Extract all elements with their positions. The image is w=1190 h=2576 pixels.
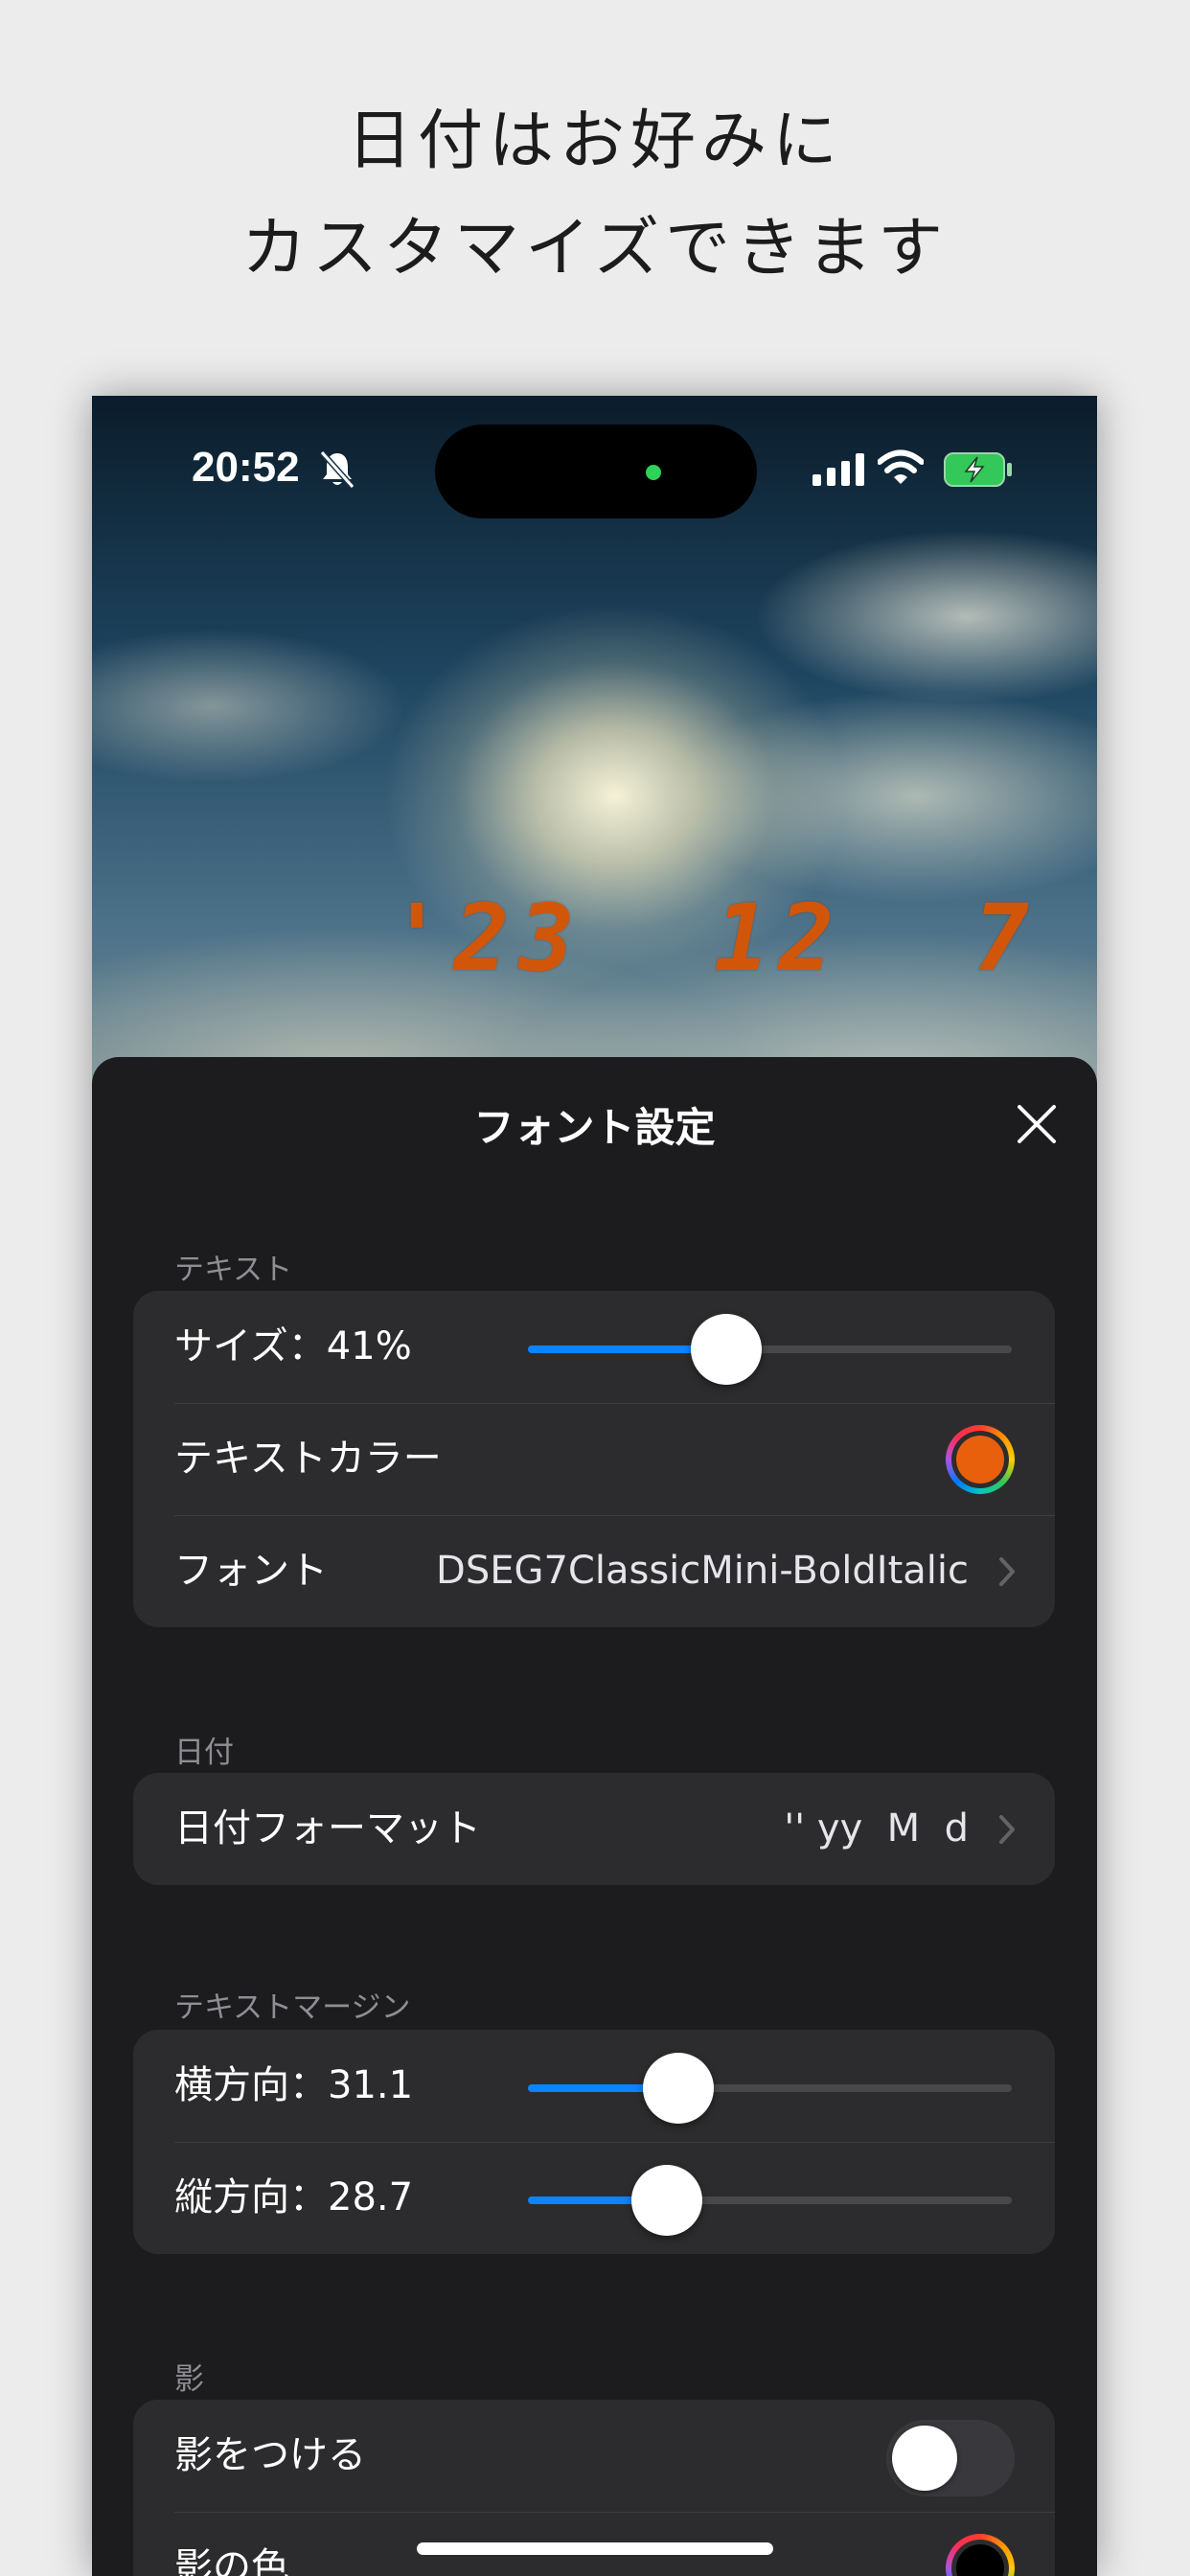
horizontal-margin-row: 横方向：31.1 <box>133 2030 1055 2142</box>
date-format-row[interactable]: 日付フォーマット '' yy M d <box>133 1773 1055 1885</box>
section-label-date: 日付 <box>174 1736 234 1770</box>
margin-settings-group: 横方向：31.1 縦方向：28.7 <box>133 2030 1055 2254</box>
shadow-toggle-row: 影をつける <box>133 2400 1055 2512</box>
status-bar: 20:52 <box>92 396 1097 549</box>
section-label-text: テキスト <box>174 1253 293 1287</box>
toggle-knob <box>892 2426 957 2491</box>
status-time: 20:52 <box>192 444 300 491</box>
font-value: DSEG7ClassicMini-BoldItalic <box>436 1549 969 1593</box>
font-label: フォント <box>174 1549 328 1593</box>
dynamic-island <box>435 425 757 518</box>
shadow-color-swatch <box>956 2544 1004 2576</box>
color-well-inner <box>951 2540 1009 2576</box>
vertical-margin-row: 縦方向：28.7 <box>133 2142 1055 2254</box>
date-format-label: 日付フォーマット <box>174 1806 481 1851</box>
text-settings-group: サイズ：41% テキストカラー フォント DSEG7ClassicMini-Bo… <box>133 1291 1055 1627</box>
horizontal-margin-label: 横方向：31.1 <box>174 2063 414 2107</box>
camera-indicator-icon <box>646 465 661 480</box>
horizontal-margin-slider[interactable] <box>528 2053 1012 2124</box>
vertical-margin-label: 縦方向：28.7 <box>174 2175 414 2220</box>
chevron-right-icon <box>999 1815 1015 1844</box>
cellular-signal-icon <box>812 453 864 486</box>
color-picker-well[interactable] <box>946 1425 1015 1494</box>
font-row[interactable]: フォント DSEG7ClassicMini-BoldItalic <box>133 1515 1055 1627</box>
slider-thumb[interactable] <box>643 2053 715 2124</box>
close-icon[interactable] <box>1016 1103 1058 1145</box>
chevron-right-icon <box>999 1557 1015 1586</box>
home-indicator[interactable] <box>417 2542 773 2555</box>
section-label-shadow: 影 <box>174 2362 204 2397</box>
color-well-inner <box>951 1431 1009 1488</box>
text-color-swatch <box>956 1436 1004 1484</box>
color-picker-well[interactable] <box>946 2534 1015 2576</box>
battery-charging-icon <box>944 452 1012 487</box>
vertical-margin-slider[interactable] <box>528 2165 1012 2236</box>
size-slider[interactable] <box>528 1314 1012 1385</box>
headline-line-2: カスタマイズできます <box>241 211 949 287</box>
date-settings-group: 日付フォーマット '' yy M d <box>133 1773 1055 1885</box>
bell-slash-icon <box>319 450 355 489</box>
slider-thumb[interactable] <box>691 1314 763 1385</box>
wifi-icon <box>878 449 924 484</box>
size-label: サイズ：41% <box>174 1324 412 1368</box>
promo-headline: 日付はお好みに カスタマイズできます <box>0 88 1190 303</box>
size-row: サイズ：41% <box>133 1291 1055 1403</box>
date-preview: '23 12 7 <box>389 885 1039 992</box>
text-color-row[interactable]: テキストカラー <box>133 1403 1055 1515</box>
section-label-margin: テキストマージン <box>174 1990 411 2025</box>
date-format-value: '' yy M d <box>784 1806 969 1851</box>
phone-screen: '23 12 7 20:52 フォント設定 テキスト サイズ：41% テキストカ… <box>92 396 1097 2576</box>
shadow-toggle-label: 影をつける <box>174 2433 366 2477</box>
slider-thumb[interactable] <box>630 2165 702 2236</box>
sheet-title: フォント設定 <box>473 1104 716 1151</box>
text-color-label: テキストカラー <box>174 1437 442 1481</box>
shadow-color-label: 影の色 <box>174 2545 289 2576</box>
headline-line-1: 日付はお好みに <box>346 104 843 179</box>
font-settings-sheet: フォント設定 テキスト サイズ：41% テキストカラー フォント DSEG7Cl… <box>92 1057 1097 2576</box>
shadow-toggle[interactable] <box>886 2420 1015 2496</box>
